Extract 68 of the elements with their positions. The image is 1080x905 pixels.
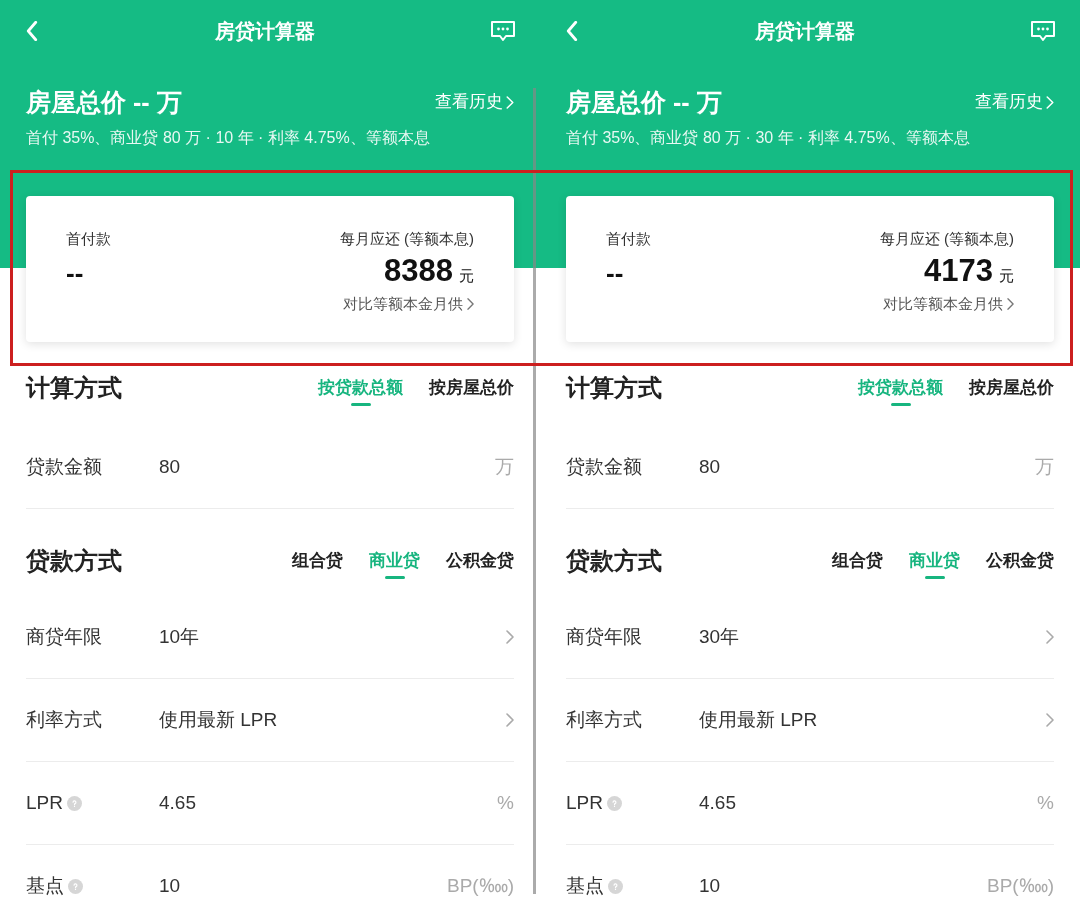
tab[interactable]: 公积金贷 (986, 549, 1054, 579)
field-value[interactable]: 10年 (159, 622, 506, 652)
tab[interactable]: 组合贷 (832, 549, 883, 579)
tab[interactable]: 按房屋总价 (969, 376, 1054, 406)
field-value[interactable]: 使用最新 LPR (159, 705, 506, 735)
chevron-icon[interactable] (1007, 297, 1014, 310)
field-value[interactable]: 10 (159, 872, 447, 901)
field-value[interactable]: 30年 (699, 622, 1046, 652)
back-icon[interactable] (24, 21, 40, 41)
help-icon[interactable] (608, 879, 623, 894)
unit-label: 万 (1035, 454, 1054, 479)
message-icon[interactable] (490, 20, 516, 42)
field-label: LPR (566, 790, 603, 815)
field-label: 商贷年限 (566, 624, 642, 649)
unit-label: BP(‱) (987, 874, 1054, 899)
field-value[interactable]: 80 (159, 452, 495, 482)
section-title: 贷款方式 (566, 546, 662, 576)
unit-label: % (497, 790, 514, 815)
compare-link[interactable]: 对比等额本金月供 (343, 292, 474, 315)
unit-label: BP(‱) (447, 874, 514, 899)
message-icon[interactable] (1030, 20, 1056, 42)
card-label: 每月应还 (等额本息) (339, 229, 474, 249)
field-value[interactable]: 4.65 (699, 788, 1038, 818)
loan-summary: 首付 35%、商业贷 80 万 · 10 年 · 利率 4.75%、等额本息 (26, 128, 431, 148)
help-icon[interactable] (68, 879, 83, 894)
compare-link[interactable]: 对比等额本金月供 (883, 292, 1014, 315)
house-price: 房屋总价 -- 万 (26, 87, 182, 118)
unit-label: 万 (495, 454, 514, 479)
tab[interactable]: 按房屋总价 (429, 376, 514, 406)
monthly-payment-value: 8388 (384, 251, 453, 290)
chevron-icon (506, 630, 514, 644)
chevron-icon (506, 713, 514, 727)
chevron-icon (1046, 630, 1054, 644)
field-value[interactable]: 使用最新 LPR (699, 705, 1046, 735)
field-label: LPR (26, 790, 63, 815)
loan-summary: 首付 35%、商业贷 80 万 · 30 年 · 利率 4.75%、等额本息 (566, 128, 971, 148)
field-label: 贷款金额 (26, 454, 102, 479)
window-title: 房贷计算器 (755, 19, 855, 44)
field-value[interactable]: 10 (699, 872, 987, 901)
help-icon[interactable] (606, 795, 622, 811)
unit-label: 元 (459, 265, 474, 286)
field-label: 商贷年限 (26, 624, 102, 649)
field-label: 贷款金额 (566, 454, 642, 479)
tab[interactable]: 组合贷 (292, 549, 343, 579)
card-label: 每月应还 (等额本息) (879, 229, 1014, 249)
field-value[interactable]: 4.65 (159, 788, 498, 818)
down-payment-value: -- (606, 256, 625, 289)
section-title: 贷款方式 (26, 546, 122, 576)
chevron-icon (1046, 713, 1054, 727)
field-label: 基点 (26, 874, 64, 899)
chevron-icon[interactable] (467, 297, 474, 310)
monthly-payment-value: 4173 (924, 251, 993, 290)
field-label: 基点 (566, 874, 604, 899)
back-icon[interactable] (564, 21, 580, 41)
unit-label: % (1037, 790, 1054, 815)
unit-label: 元 (999, 265, 1014, 286)
field-label: 利率方式 (26, 707, 102, 732)
card-label: 首付款 (66, 229, 111, 249)
section-title: 计算方式 (26, 373, 122, 403)
help-icon[interactable] (66, 795, 82, 811)
window-title: 房贷计算器 (215, 19, 315, 44)
down-payment-value: -- (66, 256, 85, 289)
field-label: 利率方式 (566, 707, 642, 732)
house-price: 房屋总价 -- 万 (566, 87, 722, 118)
section-title: 计算方式 (566, 373, 662, 403)
tab[interactable]: 公积金贷 (446, 549, 514, 579)
card-label: 首付款 (606, 229, 651, 249)
field-value[interactable]: 80 (699, 452, 1035, 482)
